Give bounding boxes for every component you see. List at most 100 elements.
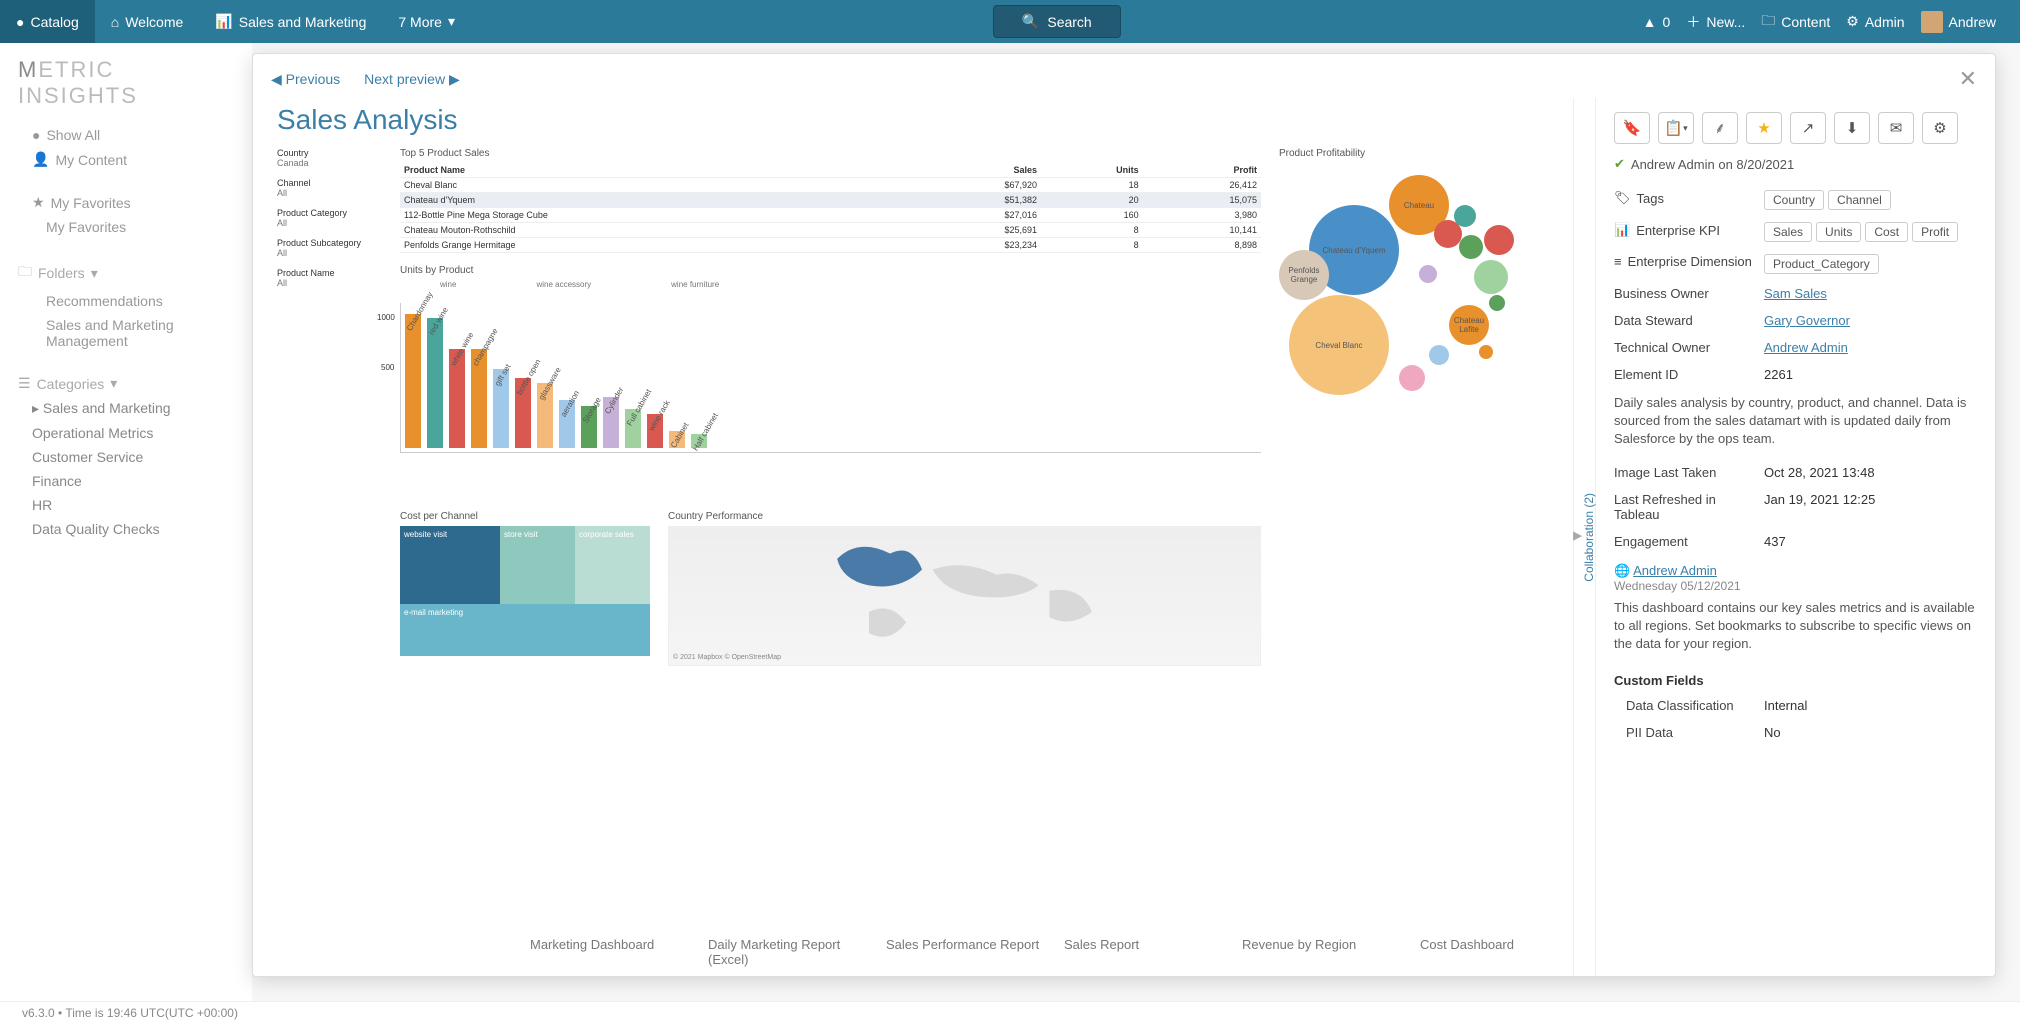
- collaboration-tab[interactable]: ◀ Collaboration (2): [1573, 98, 1595, 976]
- caret-down-icon: ▾: [448, 13, 455, 30]
- nav-more[interactable]: 7 More ▾: [382, 0, 471, 43]
- sidebar-cat-cs[interactable]: Customer Service: [18, 445, 234, 469]
- sidebar-my-favorites[interactable]: ★My Favorites: [18, 190, 234, 215]
- filter-channel-val[interactable]: All: [277, 188, 382, 198]
- favorite-button[interactable]: ★: [1746, 112, 1782, 144]
- filter-country-val[interactable]: Canada: [277, 158, 382, 168]
- folder-icon: 🗀: [18, 261, 32, 285]
- avatar: [1921, 11, 1943, 33]
- thumb-marketing[interactable]: Marketing Dashboard: [530, 937, 690, 967]
- thumb-cost-dashboard[interactable]: Cost Dashboard: [1420, 937, 1580, 967]
- element-id: 2261: [1764, 367, 1977, 382]
- table-row[interactable]: Cheval Blanc$67,9201826,412: [400, 178, 1261, 193]
- sidebar-cat-sales[interactable]: ▸ Sales and Marketing: [18, 396, 234, 421]
- gear-icon: ⚙: [1846, 13, 1859, 30]
- nav-user[interactable]: Andrew: [1921, 0, 1996, 43]
- nav-catalog[interactable]: ● Catalog: [0, 0, 95, 43]
- globe-icon: 🌐: [1614, 563, 1630, 578]
- nav-alerts[interactable]: ▲ 0: [1643, 0, 1671, 43]
- tag-country[interactable]: Country: [1764, 190, 1824, 210]
- sidebar-cat-dq[interactable]: Data Quality Checks: [18, 517, 234, 541]
- next-link[interactable]: Next preview ▶: [364, 71, 460, 88]
- list-icon: ≡: [1614, 254, 1622, 269]
- folder-icon: 🗀: [1761, 10, 1775, 34]
- table-row[interactable]: 112-Bottle Pine Mega Storage Cube$27,016…: [400, 208, 1261, 223]
- search-button[interactable]: 🔍 Search: [993, 5, 1121, 38]
- dim-product-category[interactable]: Product_Category: [1764, 254, 1879, 274]
- kpi-profit[interactable]: Profit: [1912, 222, 1958, 242]
- download-button[interactable]: ⬇: [1834, 112, 1870, 144]
- logo: METRIC INSIGHTS: [18, 57, 234, 109]
- nav-new[interactable]: ＋ New...: [1686, 0, 1745, 43]
- details-panel: 🔖 📋▾ ⸙ ★ ↗ ⬇ ✉ ⚙ ✔ Andrew Admin on 8/20/…: [1595, 98, 1995, 976]
- settings-button[interactable]: ⚙: [1922, 112, 1958, 144]
- units-barchart[interactable]: 1000 500 Chardonnay red wine white wine …: [400, 303, 1261, 453]
- kpi-cost[interactable]: Cost: [1865, 222, 1908, 242]
- comment-author-link[interactable]: Andrew Admin: [1633, 563, 1717, 578]
- sidebar-cat-fin[interactable]: Finance: [18, 469, 234, 493]
- download-icon: ⬇: [1846, 119, 1859, 137]
- world-map[interactable]: © 2021 Mapbox © OpenStreetMap: [668, 526, 1261, 666]
- table-row[interactable]: Penfolds Grange Hermitage$23,23488,898: [400, 238, 1261, 253]
- caret-left-icon: ◀: [1573, 530, 1582, 544]
- barchart-title: Units by Product: [400, 265, 1261, 276]
- table-row[interactable]: Chateau d'Yquem$51,3822015,075: [400, 193, 1261, 208]
- top-navigation: ● Catalog ⌂ Welcome 📊 Sales and Marketin…: [0, 0, 2020, 43]
- thumb-sales-report[interactable]: Sales Report: [1064, 937, 1224, 967]
- filter-pn-val[interactable]: All: [277, 278, 382, 288]
- close-button[interactable]: ✕: [1959, 66, 1977, 92]
- nav-welcome[interactable]: ⌂ Welcome: [95, 0, 200, 43]
- previous-link[interactable]: ◀ Previous: [271, 71, 340, 88]
- thumbnails-row: Marketing Dashboard Daily Marketing Repo…: [530, 937, 1980, 967]
- filter-pn-lbl: Product Name: [277, 268, 382, 278]
- table-row[interactable]: Chateau Mouton-Rothschild$25,691810,141: [400, 223, 1261, 238]
- sidebar-cat-hr[interactable]: HR: [18, 493, 234, 517]
- email-button[interactable]: ✉: [1878, 112, 1914, 144]
- bubble-chart[interactable]: Chateau d'Yquem Chateau Cheval Blanc Pen…: [1279, 165, 1539, 395]
- comment-date: Wednesday 05/12/2021: [1614, 579, 1977, 593]
- nav-content[interactable]: 🗀 Content: [1761, 0, 1830, 43]
- preview-title: Sales Analysis: [277, 104, 1549, 136]
- sidebar-recommendations[interactable]: Recommendations: [18, 289, 234, 313]
- thumb-sales-perf[interactable]: Sales Performance Report: [886, 937, 1046, 967]
- cf-data-classification: Internal: [1764, 698, 1977, 713]
- sidebar-my-favorites-sub[interactable]: My Favorites: [18, 215, 234, 239]
- list-icon: ☰: [18, 375, 31, 392]
- filter-psc-val[interactable]: All: [277, 248, 382, 258]
- cost-treemap[interactable]: website visit store visit corporate sale…: [400, 526, 650, 656]
- cost-title: Cost per Channel: [400, 511, 650, 522]
- business-owner-link[interactable]: Sam Sales: [1764, 286, 1827, 301]
- nav-admin[interactable]: ⚙ Admin: [1846, 0, 1904, 43]
- filter-pc-val[interactable]: All: [277, 218, 382, 228]
- clipboard-button[interactable]: 📋▾: [1658, 112, 1694, 144]
- home-icon: ⌂: [111, 14, 119, 30]
- chart-icon: 📊: [1614, 222, 1630, 238]
- share-button[interactable]: ↗: [1790, 112, 1826, 144]
- sidebar-categories-head[interactable]: ☰Categories▾: [18, 371, 234, 396]
- filter-psc-lbl: Product Subcategory: [277, 238, 382, 248]
- certified-line: ✔ Andrew Admin on 8/20/2021: [1614, 156, 1977, 172]
- caret-right-icon: ▸: [32, 400, 39, 416]
- gear-icon: ⚙: [1933, 119, 1946, 137]
- caret-down-icon: ▾: [1683, 123, 1688, 134]
- hierarchy-button[interactable]: ⸙: [1702, 112, 1738, 144]
- kpi-sales[interactable]: Sales: [1764, 222, 1812, 242]
- search-icon: 🔍: [1022, 13, 1039, 30]
- sidebar-my-content[interactable]: 👤My Content: [18, 147, 234, 172]
- kpi-units[interactable]: Units: [1816, 222, 1861, 242]
- data-steward-link[interactable]: Gary Governor: [1764, 313, 1850, 328]
- technical-owner-link[interactable]: Andrew Admin: [1764, 340, 1848, 355]
- bookmark-button[interactable]: 🔖: [1614, 112, 1650, 144]
- thumb-revenue-region[interactable]: Revenue by Region: [1242, 937, 1402, 967]
- thumb-daily-marketing[interactable]: Daily Marketing Report (Excel): [708, 937, 868, 967]
- sidebar-cat-ops[interactable]: Operational Metrics: [18, 421, 234, 445]
- sidebar-sales-mgmt[interactable]: Sales and Marketing Management: [18, 313, 234, 353]
- share-icon: ↗: [1802, 119, 1815, 137]
- envelope-icon: ✉: [1890, 119, 1903, 137]
- sidebar-show-all[interactable]: ●Show All: [18, 123, 234, 147]
- tag-channel[interactable]: Channel: [1828, 190, 1891, 210]
- sidebar-folders-head[interactable]: 🗀Folders▾: [18, 257, 234, 289]
- last-refreshed: Jan 19, 2021 12:25: [1764, 492, 1977, 507]
- plus-icon: ＋: [1686, 12, 1700, 32]
- nav-sales-marketing[interactable]: 📊 Sales and Marketing: [199, 0, 382, 43]
